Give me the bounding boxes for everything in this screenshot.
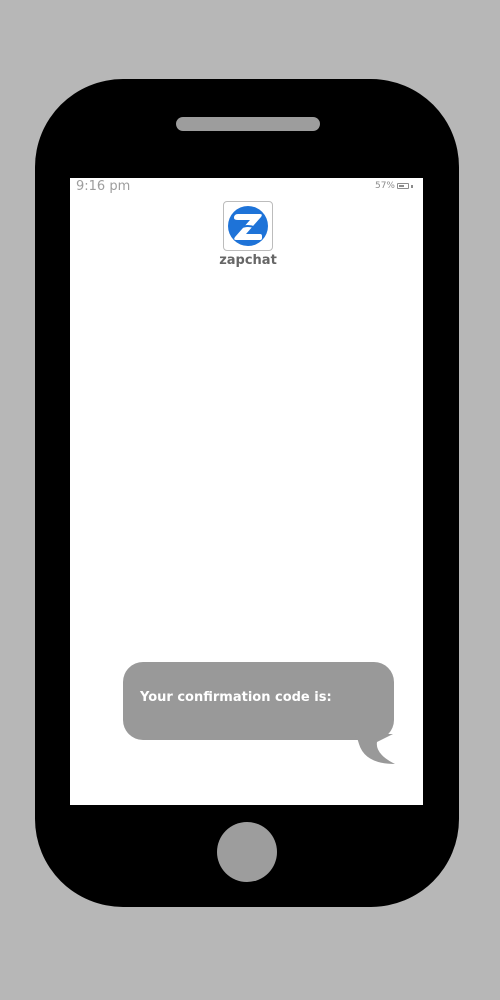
zapchat-logo-icon [223, 201, 273, 251]
status-battery-group: 57% [375, 181, 413, 191]
phone-screen: 9:16 pm 57% zapchat Your confirmation co… [70, 178, 423, 805]
battery-icon [397, 183, 409, 189]
zapchat-logo-svg [228, 206, 268, 246]
app-name: zapchat [219, 253, 277, 268]
speaker-grille [176, 117, 320, 131]
message-bubble-tail [353, 734, 395, 764]
battery-fill [399, 185, 404, 187]
battery-tip [411, 184, 413, 188]
page: 9:16 pm 57% zapchat Your confirmation co… [0, 0, 500, 1000]
battery-percent: 57% [374, 181, 395, 191]
status-time: 9:16 pm [76, 179, 131, 194]
phone-frame: 9:16 pm 57% zapchat Your confirmation co… [35, 79, 459, 907]
message-text: Your confirmation code is: [140, 690, 332, 705]
home-button[interactable] [217, 822, 277, 882]
message-bubble: Your confirmation code is: [123, 662, 394, 740]
